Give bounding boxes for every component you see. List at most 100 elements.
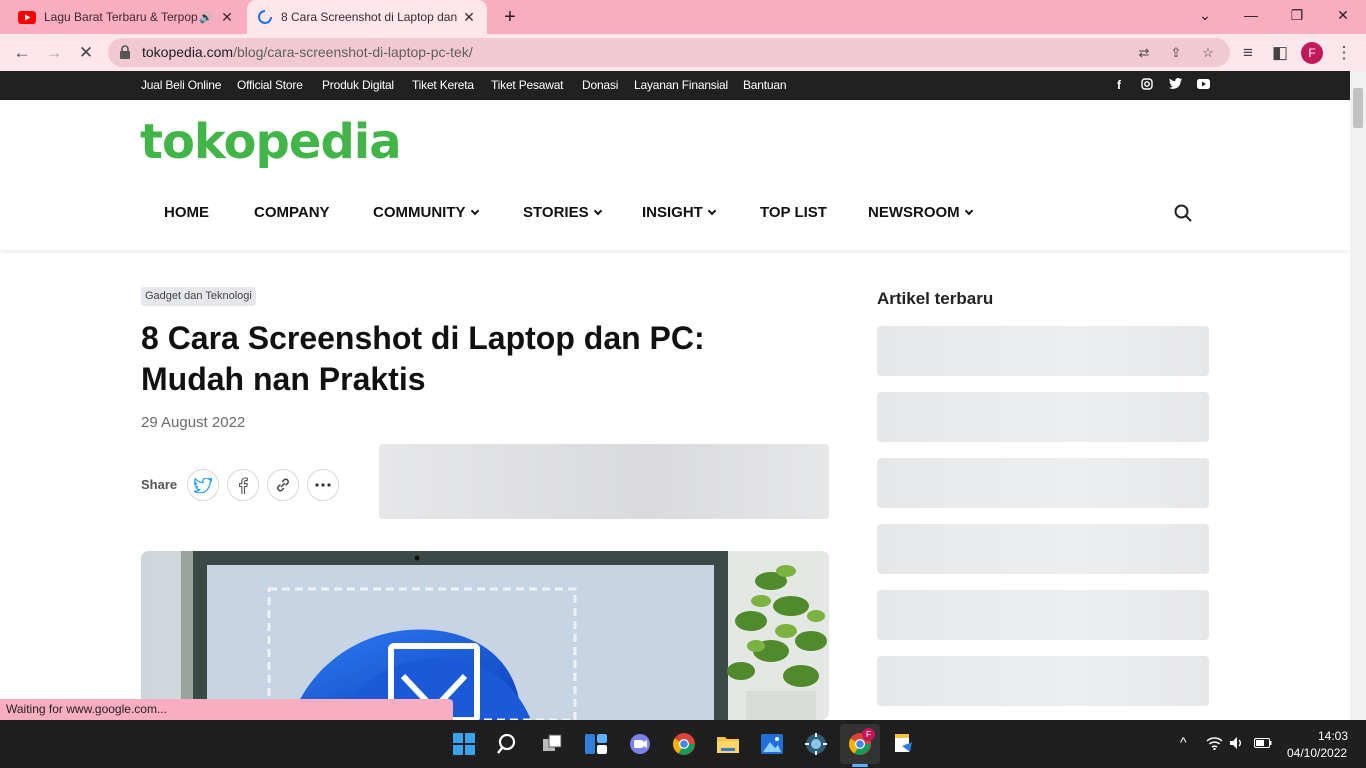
lock-icon[interactable] — [120, 45, 130, 59]
youtube-icon[interactable] — [1196, 78, 1210, 92]
nav-home[interactable]: HOME — [164, 204, 209, 221]
show-hidden-icons[interactable]: ^ — [1180, 734, 1187, 750]
article-placeholder — [877, 326, 1209, 376]
nav-insight[interactable]: INSIGHT — [642, 204, 717, 221]
url-text[interactable]: tokopedia.com/blog/cara-screenshot-di-la… — [142, 38, 473, 67]
twitter-icon[interactable] — [1168, 78, 1182, 92]
article-placeholder — [877, 392, 1209, 442]
browser-toolbar: ← → ✕ tokopedia.com/blog/cara-screenshot… — [0, 34, 1366, 71]
sidebar-title: Artikel terbaru — [877, 289, 994, 308]
nav-label: TOP LIST — [760, 204, 827, 221]
article-placeholder — [877, 524, 1209, 574]
nav-label: COMMUNITY — [373, 204, 466, 221]
nav-company[interactable]: COMPANY — [254, 204, 330, 221]
share-label: Share — [141, 477, 178, 492]
address-bar[interactable]: tokopedia.com/blog/cara-screenshot-di-la… — [108, 38, 1230, 67]
topbar-link[interactable]: Official Store — [237, 71, 303, 100]
link-icon — [277, 478, 289, 492]
active-indicator — [852, 764, 868, 767]
chrome-icon[interactable] — [672, 732, 696, 756]
chevron-down-icon — [964, 206, 973, 216]
instagram-icon[interactable] — [1140, 78, 1154, 92]
windows-start-icon[interactable] — [452, 732, 476, 756]
nav-label: INSIGHT — [642, 204, 703, 221]
tab-title: Lagu Barat Terbaru & Terpop — [44, 10, 198, 24]
topbar-link[interactable]: Jual Beli Online — [141, 71, 221, 100]
stop-loading-button[interactable]: ✕ — [72, 39, 100, 67]
url-path: /blog/cara-screenshot-di-laptop-pc-tek/ — [233, 44, 473, 60]
category-badge[interactable]: Gadget dan Teknologi — [141, 287, 256, 306]
loading-spinner-icon — [258, 10, 272, 24]
clock-time[interactable]: 14:03 — [1318, 729, 1348, 743]
menu-kebab-icon[interactable]: ⋮ — [1330, 39, 1358, 67]
share-twitter-button[interactable] — [187, 469, 219, 501]
close-tab-icon[interactable]: ✕ — [461, 9, 477, 26]
topbar-link[interactable]: Tiket Kereta — [412, 71, 474, 100]
translate-icon[interactable]: ⇄ — [1132, 41, 1156, 65]
nav-label: NEWSROOM — [868, 204, 960, 221]
battery-icon[interactable] — [1254, 738, 1272, 748]
widgets-icon[interactable] — [584, 732, 608, 756]
search-icon[interactable] — [496, 732, 520, 756]
share-icon[interactable]: ⇪ — [1164, 41, 1188, 65]
copy-link-button[interactable] — [267, 469, 299, 501]
article-placeholder — [877, 656, 1209, 706]
paint-app-icon[interactable] — [892, 732, 916, 756]
nav-stories[interactable]: STORIES — [523, 204, 602, 221]
topbar-link[interactable]: Tiket Pesawat — [491, 71, 564, 100]
article-title: 8 Cara Screenshot di Laptop dan PC: Muda… — [141, 320, 705, 397]
site-header: tokopedia HOME COMPANY COMMUNITY STORIES… — [0, 100, 1350, 250]
volume-icon[interactable] — [1229, 736, 1244, 750]
nav-community[interactable]: COMMUNITY — [373, 204, 479, 221]
more-dots-icon — [315, 483, 331, 487]
clock-date[interactable]: 04/10/2022 — [1287, 746, 1347, 760]
search-icon[interactable] — [1174, 204, 1192, 222]
nav-label: STORIES — [523, 204, 589, 221]
file-explorer-icon[interactable] — [716, 732, 740, 756]
page-scrollbar[interactable] — [1350, 71, 1366, 720]
avatar[interactable]: F — [1301, 42, 1323, 64]
new-tab-button[interactable]: + — [497, 4, 523, 30]
facebook-icon[interactable]: f — [1112, 78, 1126, 92]
chevron-down-icon — [470, 206, 479, 216]
bookmark-star-icon[interactable]: ☆ — [1196, 41, 1220, 65]
minimize-button[interactable]: — — [1228, 0, 1274, 30]
tab-youtube[interactable]: Lagu Barat Terbaru & Terpop 🔊 ✕ — [8, 0, 245, 34]
forward-button[interactable]: → — [40, 39, 68, 67]
chevron-down-icon — [707, 206, 717, 216]
url-domain: tokopedia.com — [142, 44, 234, 60]
topbar-link[interactable]: Donasi — [582, 71, 618, 100]
nav-newsroom[interactable]: NEWSROOM — [868, 204, 973, 221]
nav-top-list[interactable]: TOP LIST — [760, 204, 827, 221]
status-bubble: Waiting for www.google.com... — [0, 699, 453, 720]
scrollbar-thumb[interactable] — [1353, 88, 1363, 128]
tab-search-icon[interactable]: ⌄ — [1182, 0, 1228, 30]
tab-title: 8 Cara Screenshot di Laptop dan PC — [281, 10, 461, 24]
wifi-icon[interactable] — [1206, 736, 1223, 750]
back-button[interactable]: ← — [8, 39, 36, 67]
topbar-link[interactable]: Layanan Finansial — [634, 71, 728, 100]
windows-taskbar: F ^ 14:03 04/10/2022 — [0, 720, 1366, 768]
close-tab-icon[interactable]: ✕ — [219, 9, 235, 26]
teams-chat-icon[interactable] — [628, 732, 652, 756]
nav-label: HOME — [164, 204, 209, 221]
tab-active[interactable]: 8 Cara Screenshot di Laptop dan PC ✕ — [247, 0, 487, 34]
more-share-button[interactable] — [307, 469, 339, 501]
topbar-link[interactable]: Produk Digital — [322, 71, 394, 100]
close-window-button[interactable]: ✕ — [1320, 0, 1366, 30]
restore-button[interactable]: ❐ — [1274, 0, 1320, 30]
nav-label: COMPANY — [254, 204, 330, 221]
topbar-link[interactable]: Bantuan — [743, 71, 787, 100]
task-view-icon[interactable] — [540, 732, 564, 756]
photos-icon[interactable] — [760, 732, 784, 756]
speaker-icon[interactable]: 🔊 — [199, 11, 213, 24]
ad-placeholder — [379, 444, 829, 519]
reading-list-icon[interactable]: ≡ — [1234, 39, 1262, 67]
share-facebook-button[interactable] — [227, 469, 259, 501]
profile-badge: F — [862, 728, 875, 741]
twitter-icon — [194, 477, 212, 493]
tokopedia-logo[interactable]: tokopedia — [140, 114, 402, 170]
top-link-bar: Jual Beli Online Official Store Produk D… — [0, 71, 1350, 100]
side-panel-icon[interactable]: ◧ — [1266, 39, 1294, 67]
app-settings-icon[interactable] — [804, 732, 828, 756]
